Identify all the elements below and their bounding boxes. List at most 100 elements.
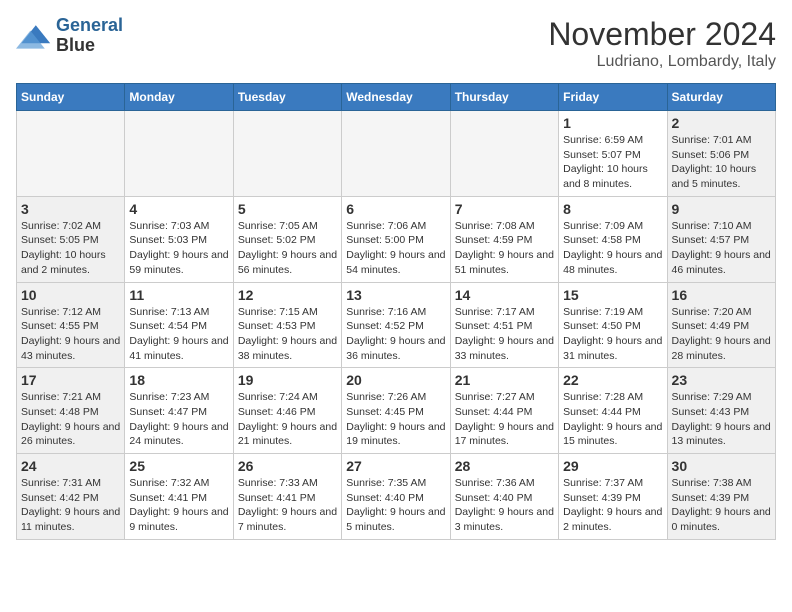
- day-number: 18: [129, 372, 228, 388]
- day-number: 12: [238, 287, 337, 303]
- day-info: Sunrise: 7:23 AM Sunset: 4:47 PM Dayligh…: [129, 390, 228, 449]
- calendar-week-row: 1 Sunrise: 6:59 AM Sunset: 5:07 PM Daylig…: [17, 111, 776, 197]
- day-number: 27: [346, 458, 445, 474]
- calendar-day-cell: 24Sunrise: 7:31 AM Sunset: 4:42 PM Dayli…: [17, 454, 125, 540]
- day-info: Sunrise: 7:36 AM Sunset: 4:40 PM Dayligh…: [455, 476, 554, 535]
- day-info: Sunrise: 7:10 AM Sunset: 4:57 PM Dayligh…: [672, 219, 771, 278]
- day-number: 7: [455, 201, 554, 217]
- day-number: 3: [21, 201, 120, 217]
- day-number: 4: [129, 201, 228, 217]
- day-number: 9: [672, 201, 771, 217]
- day-info: Sunrise: 7:38 AM Sunset: 4:39 PM Dayligh…: [672, 476, 771, 535]
- calendar-day-cell: 26 Sunrise: 7:33 AM Sunset: 4:41 PM Dayli…: [233, 454, 341, 540]
- day-info: Sunrise: 6:59 AM Sunset: 5:07 PM Dayligh…: [563, 133, 662, 192]
- day-info: Sunrise: 7:19 AM Sunset: 4:50 PM Dayligh…: [563, 305, 662, 364]
- calendar-table: SundayMondayTuesdayWednesdayThursdayFrid…: [16, 83, 776, 540]
- day-info: Sunrise: 7:20 AM Sunset: 4:49 PM Dayligh…: [672, 305, 771, 364]
- day-number: 17: [21, 372, 120, 388]
- day-info: Sunrise: 7:27 AM Sunset: 4:44 PM Dayligh…: [455, 390, 554, 449]
- day-number: 28: [455, 458, 554, 474]
- calendar-day-cell: 9 Sunrise: 7:10 AM Sunset: 4:57 PM Daylig…: [667, 196, 775, 282]
- day-info: Sunrise: 7:33 AM Sunset: 4:41 PM Dayligh…: [238, 476, 337, 535]
- day-number: 21: [455, 372, 554, 388]
- day-number: 1: [563, 115, 662, 131]
- day-number: 29: [563, 458, 662, 474]
- calendar-day-cell: 7 Sunrise: 7:08 AM Sunset: 4:59 PM Daylig…: [450, 196, 558, 282]
- day-number: 13: [346, 287, 445, 303]
- calendar-day-cell: 14Sunrise: 7:17 AM Sunset: 4:51 PM Dayli…: [450, 282, 558, 368]
- day-number: 23: [672, 372, 771, 388]
- calendar-day-cell: [450, 111, 558, 197]
- day-info: Sunrise: 7:08 AM Sunset: 4:59 PM Dayligh…: [455, 219, 554, 278]
- day-info: Sunrise: 7:01 AM Sunset: 5:06 PM Dayligh…: [672, 133, 771, 192]
- day-info: Sunrise: 7:15 AM Sunset: 4:53 PM Dayligh…: [238, 305, 337, 364]
- calendar-day-cell: 10Sunrise: 7:12 AM Sunset: 4:55 PM Dayli…: [17, 282, 125, 368]
- day-number: 11: [129, 287, 228, 303]
- calendar-day-cell: [125, 111, 233, 197]
- calendar-day-cell: 15 Sunrise: 7:19 AM Sunset: 4:50 PM Dayli…: [559, 282, 667, 368]
- day-number: 20: [346, 372, 445, 388]
- calendar-day-cell: 25 Sunrise: 7:32 AM Sunset: 4:41 PM Dayli…: [125, 454, 233, 540]
- calendar-day-cell: 8Sunrise: 7:09 AM Sunset: 4:58 PM Daylig…: [559, 196, 667, 282]
- logo-icon: [16, 18, 52, 54]
- day-info: Sunrise: 7:32 AM Sunset: 4:41 PM Dayligh…: [129, 476, 228, 535]
- day-info: Sunrise: 7:24 AM Sunset: 4:46 PM Dayligh…: [238, 390, 337, 449]
- weekday-header: Saturday: [667, 84, 775, 111]
- calendar-day-cell: 16 Sunrise: 7:20 AM Sunset: 4:49 PM Dayli…: [667, 282, 775, 368]
- calendar-day-cell: 28 Sunrise: 7:36 AM Sunset: 4:40 PM Dayli…: [450, 454, 558, 540]
- calendar-day-cell: 23Sunrise: 7:29 AM Sunset: 4:43 PM Dayli…: [667, 368, 775, 454]
- month-title: November 2024: [548, 16, 776, 53]
- calendar-day-cell: 2 Sunrise: 7:01 AM Sunset: 5:06 PM Daylig…: [667, 111, 775, 197]
- day-info: Sunrise: 7:26 AM Sunset: 4:45 PM Dayligh…: [346, 390, 445, 449]
- calendar-day-cell: 27 Sunrise: 7:35 AM Sunset: 4:40 PM Dayli…: [342, 454, 450, 540]
- calendar-week-row: 17 Sunrise: 7:21 AM Sunset: 4:48 PM Dayli…: [17, 368, 776, 454]
- day-info: Sunrise: 7:06 AM Sunset: 5:00 PM Dayligh…: [346, 219, 445, 278]
- day-number: 2: [672, 115, 771, 131]
- calendar-week-row: 24Sunrise: 7:31 AM Sunset: 4:42 PM Dayli…: [17, 454, 776, 540]
- day-info: Sunrise: 7:09 AM Sunset: 4:58 PM Dayligh…: [563, 219, 662, 278]
- weekday-header: Wednesday: [342, 84, 450, 111]
- logo: General Blue: [16, 16, 123, 56]
- calendar-day-cell: 12 Sunrise: 7:15 AM Sunset: 4:53 PM Dayli…: [233, 282, 341, 368]
- day-info: Sunrise: 7:03 AM Sunset: 5:03 PM Dayligh…: [129, 219, 228, 278]
- calendar-day-cell: 11 Sunrise: 7:13 AM Sunset: 4:54 PM Dayli…: [125, 282, 233, 368]
- day-number: 26: [238, 458, 337, 474]
- calendar-day-cell: 13Sunrise: 7:16 AM Sunset: 4:52 PM Dayli…: [342, 282, 450, 368]
- calendar-day-cell: 1 Sunrise: 6:59 AM Sunset: 5:07 PM Daylig…: [559, 111, 667, 197]
- day-number: 25: [129, 458, 228, 474]
- day-info: Sunrise: 7:35 AM Sunset: 4:40 PM Dayligh…: [346, 476, 445, 535]
- day-info: Sunrise: 7:13 AM Sunset: 4:54 PM Dayligh…: [129, 305, 228, 364]
- calendar-day-cell: 18 Sunrise: 7:23 AM Sunset: 4:47 PM Dayli…: [125, 368, 233, 454]
- weekday-header: Thursday: [450, 84, 558, 111]
- day-info: Sunrise: 7:28 AM Sunset: 4:44 PM Dayligh…: [563, 390, 662, 449]
- day-info: Sunrise: 7:17 AM Sunset: 4:51 PM Dayligh…: [455, 305, 554, 364]
- day-number: 5: [238, 201, 337, 217]
- calendar-day-cell: 19 Sunrise: 7:24 AM Sunset: 4:46 PM Dayli…: [233, 368, 341, 454]
- weekday-header: Tuesday: [233, 84, 341, 111]
- calendar-day-cell: [342, 111, 450, 197]
- day-number: 16: [672, 287, 771, 303]
- day-number: 15: [563, 287, 662, 303]
- day-info: Sunrise: 7:37 AM Sunset: 4:39 PM Dayligh…: [563, 476, 662, 535]
- calendar-day-cell: [17, 111, 125, 197]
- day-number: 24: [21, 458, 120, 474]
- day-info: Sunrise: 7:02 AM Sunset: 5:05 PM Dayligh…: [21, 219, 120, 278]
- calendar-day-cell: 22 Sunrise: 7:28 AM Sunset: 4:44 PM Dayli…: [559, 368, 667, 454]
- calendar-week-row: 10Sunrise: 7:12 AM Sunset: 4:55 PM Dayli…: [17, 282, 776, 368]
- day-info: Sunrise: 7:12 AM Sunset: 4:55 PM Dayligh…: [21, 305, 120, 364]
- day-info: Sunrise: 7:21 AM Sunset: 4:48 PM Dayligh…: [21, 390, 120, 449]
- calendar-week-row: 3 Sunrise: 7:02 AM Sunset: 5:05 PM Daylig…: [17, 196, 776, 282]
- weekday-header-row: SundayMondayTuesdayWednesdayThursdayFrid…: [17, 84, 776, 111]
- day-number: 19: [238, 372, 337, 388]
- calendar-day-cell: 6Sunrise: 7:06 AM Sunset: 5:00 PM Daylig…: [342, 196, 450, 282]
- day-number: 30: [672, 458, 771, 474]
- calendar-day-cell: [233, 111, 341, 197]
- title-area: November 2024 Ludriano, Lombardy, Italy: [548, 16, 776, 71]
- calendar-day-cell: 20 Sunrise: 7:26 AM Sunset: 4:45 PM Dayli…: [342, 368, 450, 454]
- logo-line2: Blue: [56, 36, 123, 56]
- day-number: 22: [563, 372, 662, 388]
- day-info: Sunrise: 7:05 AM Sunset: 5:02 PM Dayligh…: [238, 219, 337, 278]
- calendar-day-cell: 29 Sunrise: 7:37 AM Sunset: 4:39 PM Dayli…: [559, 454, 667, 540]
- weekday-header: Sunday: [17, 84, 125, 111]
- weekday-header: Monday: [125, 84, 233, 111]
